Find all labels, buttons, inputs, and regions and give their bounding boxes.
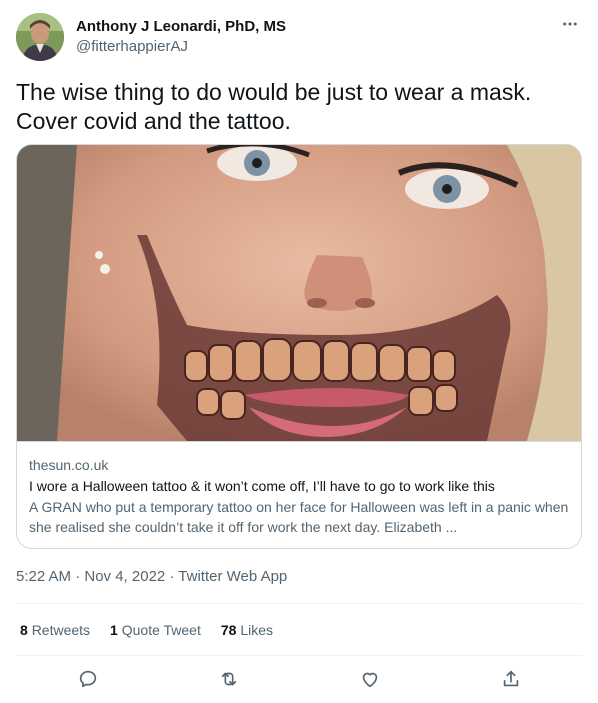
- likes-stat[interactable]: 78 Likes: [221, 620, 273, 640]
- tweet-stats: 8 Retweets 1 Quote Tweet 78 Likes: [20, 620, 273, 640]
- more-options-icon[interactable]: [558, 15, 582, 35]
- author-name[interactable]: Anthony J Leonardi, PhD, MS: [76, 17, 286, 37]
- avatar[interactable]: [16, 13, 64, 61]
- card-description: A GRAN who put a temporary tattoo on her…: [29, 499, 569, 535]
- retweet-icon: [221, 672, 237, 686]
- tweet-text: The wise thing to do would be just to we…: [16, 79, 532, 134]
- card-image[interactable]: [17, 145, 581, 441]
- link-card[interactable]: thesun.co.uk I wore a Halloween tattoo &…: [16, 144, 582, 549]
- reply-button[interactable]: [73, 664, 103, 694]
- retweets-label: Retweets: [31, 622, 91, 638]
- card-body[interactable]: thesun.co.uk I wore a Halloween tattoo &…: [17, 441, 581, 548]
- retweets-stat[interactable]: 8 Retweets: [20, 620, 90, 640]
- divider: [16, 603, 582, 604]
- quotes-stat[interactable]: 1 Quote Tweet: [110, 620, 201, 640]
- likes-label: Likes: [240, 622, 274, 638]
- share-button[interactable]: [496, 664, 526, 694]
- card-title: I wore a Halloween tattoo & it won’t com…: [29, 478, 495, 494]
- card-photo: [17, 145, 581, 441]
- likes-count: 78: [220, 622, 237, 638]
- retweet-button[interactable]: [214, 664, 244, 694]
- tweet-header: Anthony J Leonardi, PhD, MS @fitterhappi…: [16, 13, 582, 61]
- quotes-label: Quote Tweet: [121, 622, 201, 638]
- avatar-image: [16, 13, 64, 61]
- author-handle[interactable]: @fitterhappierAJ: [76, 37, 286, 57]
- divider: [16, 655, 582, 656]
- like-button[interactable]: [355, 664, 385, 694]
- retweets-count: 8: [20, 622, 28, 638]
- like-icon: [362, 672, 378, 688]
- reply-icon: [79, 670, 97, 688]
- card-domain: thesun.co.uk: [29, 457, 109, 473]
- quotes-count: 1: [110, 622, 118, 638]
- share-icon: [503, 670, 519, 687]
- action-bar: [16, 664, 582, 694]
- tweet-timestamp[interactable]: 5:22 AM · Nov 4, 2022 · Twitter Web App: [16, 567, 287, 587]
